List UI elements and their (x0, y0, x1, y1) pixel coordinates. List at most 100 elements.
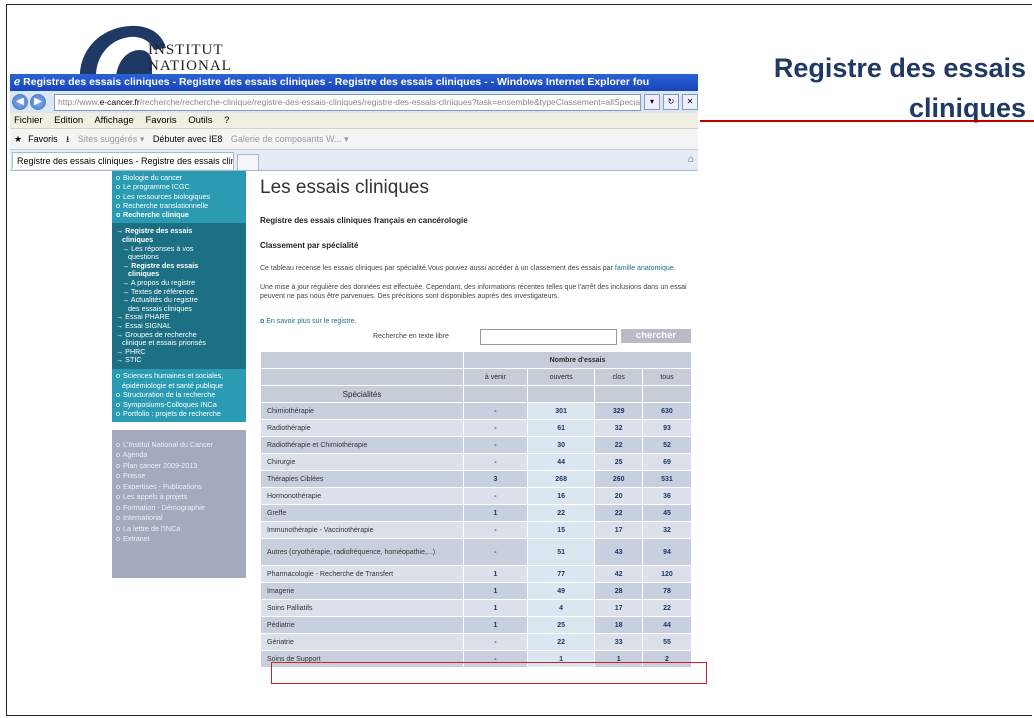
intro-text: Ce tableau recense les essais cliniques … (260, 265, 615, 272)
count-cell-clos: 17 (595, 522, 642, 538)
table-row[interactable]: Greffe 1 22 22 45 (261, 505, 691, 521)
table-row[interactable]: Chimiothérapie -301 329 630 (261, 403, 691, 419)
sidebar-item-label: Portfolio : projets de recherche (123, 409, 221, 419)
specialty-cell[interactable]: Thérapies Ciblées (261, 471, 463, 487)
table-row[interactable]: Pédiatrie 1 25 18 44 (261, 617, 691, 633)
table-row[interactable]: Hormonothérapie -16 20 36 (261, 488, 691, 504)
menu-outils[interactable]: Outils (188, 115, 212, 126)
table-row[interactable]: Pharmacologie - Recherche de Transfert 1 7… (261, 566, 691, 582)
sidebar: o Biologie du cancer o Le programme ICGC… (112, 171, 246, 578)
specialty-cell[interactable]: Chimiothérapie (261, 403, 463, 419)
count-cell-a-venir: - (464, 437, 527, 453)
specialty-cell[interactable]: Soins Palliatifs (261, 600, 463, 616)
sidebar-item-label: épidémiologie et santé publique (122, 380, 224, 390)
stop-icon[interactable]: ✕ (682, 94, 698, 110)
count-cell-a-venir: - (464, 454, 527, 470)
sidebar-item-continued[interactable]: épidémiologie et santé publique (116, 381, 242, 391)
specialty-cell[interactable]: Radiothérapie (261, 420, 463, 436)
table-row[interactable]: Chirurgie -44 25 69 (261, 454, 691, 470)
sidebar-item[interactable]: o Formation - Démographie (116, 503, 242, 514)
sidebar-item[interactable]: o Structuration de la recherche (116, 390, 242, 400)
table-row[interactable]: Immunothérapie - Vaccinothérapie -15 17 32 (261, 522, 691, 538)
sidebar-item[interactable]: o Extranet (116, 534, 242, 545)
sidebar-item-label: Les appels à projets (123, 492, 188, 502)
menu-edition[interactable]: Edition (54, 115, 83, 126)
column-header[interactable]: à venir (464, 369, 527, 385)
menu-affichage[interactable]: Affichage (94, 115, 133, 126)
famille-anatomique-link[interactable]: famille anatomique (615, 265, 674, 272)
sidebar-item[interactable]: o Les ressources biologiques (116, 192, 242, 201)
refresh-icon[interactable]: ↻ (663, 94, 679, 110)
specialty-cell[interactable]: Hormonothérapie (261, 488, 463, 504)
browser-tab[interactable]: Registre des essais cliniques - Registre… (12, 152, 234, 169)
column-header[interactable]: clos (595, 369, 642, 385)
sidebar-item[interactable]: o Biologie du cancer (116, 173, 242, 182)
table-columns-row: à venir ouverts clos tous (261, 369, 691, 385)
menu-help[interactable]: ? (224, 115, 229, 126)
table-spec-header-row: Spécialités (261, 386, 691, 402)
specialty-cell[interactable]: Gériatrie (261, 634, 463, 650)
new-tab-button[interactable] (237, 154, 259, 171)
table-row[interactable]: Radiothérapie -61 32 93 (261, 420, 691, 436)
count-cell-tous: 69 (642, 454, 691, 470)
menu-favoris[interactable]: Favoris (145, 115, 176, 126)
specialty-cell[interactable]: Autres (cryothérapie, radiofréquence, ho… (261, 539, 463, 565)
specialty-cell[interactable]: Chirurgie (261, 454, 463, 470)
sidebar-item-label: Symposiums-Colloques INCa (123, 399, 217, 409)
sidebar-item[interactable]: o Agenda (116, 450, 242, 461)
sidebar-research-menu: o Biologie du cancer o Le programme ICGC… (112, 171, 246, 224)
favorites-bar: ★ Favoris ⭳ Sites suggérés ▾ Débuter avec… (10, 129, 698, 150)
more-info-link[interactable]: o En savoir plus sur le registre. (260, 318, 692, 325)
search-input[interactable] (480, 329, 617, 345)
sidebar-item[interactable]: o L'Institut National du Cancer (116, 440, 242, 451)
home-icon[interactable]: ⌂ (688, 154, 694, 165)
table-row[interactable]: Thérapies Ciblées 3 268 260 531 (261, 471, 691, 487)
specialty-cell[interactable]: Imagerie (261, 583, 463, 599)
table-row[interactable]: Gériatrie -22 33 55 (261, 634, 691, 650)
sidebar-item[interactable]: o La lettre de l'INCa (116, 524, 242, 535)
sidebar-item[interactable]: o Les appels à projets (116, 492, 242, 503)
sidebar-item[interactable]: o Expertises - Publications (116, 482, 242, 493)
sidebar-item[interactable]: o Plan cancer 2009-2013 (116, 461, 242, 472)
column-header[interactable]: tous (642, 369, 691, 385)
sidebar-item[interactable]: o Portfolio : projets de recherche (116, 409, 242, 419)
specialty-cell[interactable]: Greffe (261, 505, 463, 521)
forward-button[interactable]: ▶ (30, 94, 46, 110)
window-titlebar: ℯ Registre des essais cliniques - Regist… (10, 74, 698, 91)
column-header[interactable]: ouverts (527, 369, 595, 385)
sidebar-item[interactable]: o Presse (116, 471, 242, 482)
specialty-cell[interactable]: Radiothérapie et Chimiothérapie (261, 437, 463, 453)
count-cell-clos: 260 (595, 471, 642, 487)
suggested-sites-link[interactable]: Sites suggérés ▾ (78, 134, 145, 144)
favorites-button[interactable]: Favoris (28, 134, 58, 144)
address-dropdown-button[interactable]: ▾ (644, 94, 660, 110)
submenu-item[interactable]: → STIC (116, 356, 242, 365)
add-favorite-icon[interactable]: ⭳ (66, 134, 69, 144)
specialty-cell[interactable]: Immunothérapie - Vaccinothérapie (261, 522, 463, 538)
sidebar-item-recherche-clinique[interactable]: o Recherche clinique (116, 210, 242, 219)
search-button[interactable]: chercher (621, 329, 691, 343)
classement-heading: Classement par spécialité (260, 241, 359, 250)
count-cell-tous: 52 (642, 437, 691, 453)
sidebar-item[interactable]: o Recherche translationnelle (116, 201, 242, 210)
specialty-cell[interactable]: Pédiatrie (261, 617, 463, 633)
menu-fichier[interactable]: Fichier (14, 115, 43, 126)
specialty-cell[interactable]: Pharmacologie - Recherche de Transfert (261, 566, 463, 582)
count-cell-clos: 20 (595, 488, 642, 504)
table-row[interactable]: Soins Palliatifs 1 4 17 22 (261, 600, 691, 616)
table-row[interactable]: Imagerie 1 49 28 78 (261, 583, 691, 599)
count-cell-ouverts: 4 (527, 600, 595, 616)
sidebar-item[interactable]: o Symposiums-Colloques INCa (116, 400, 242, 410)
back-button[interactable]: ◀ (12, 94, 28, 110)
address-bar[interactable]: http://www.e-cancer.fr/recherche/recherc… (54, 93, 641, 111)
webslice-gallery-link[interactable]: Galerie de composants W... ▾ (231, 134, 349, 144)
sidebar-item[interactable]: o Le programme ICGC (116, 182, 242, 191)
logo-text: INSTITUT NATIONAL (148, 42, 232, 74)
ie8-link[interactable]: Débuter avec IE8 (153, 134, 223, 144)
sidebar-item[interactable]: o Sciences humaines et sociales, (116, 371, 242, 381)
table-row[interactable]: Radiothérapie et Chimiothérapie -30 22 52 (261, 437, 691, 453)
table-body: Chimiothérapie -301 329 630 Radiothérapie -61… (261, 403, 691, 667)
count-cell-ouverts: 30 (527, 437, 595, 453)
table-row[interactable]: Autres (cryothérapie, radiofréquence, ho… (261, 539, 691, 565)
sidebar-item[interactable]: o International (116, 513, 242, 524)
